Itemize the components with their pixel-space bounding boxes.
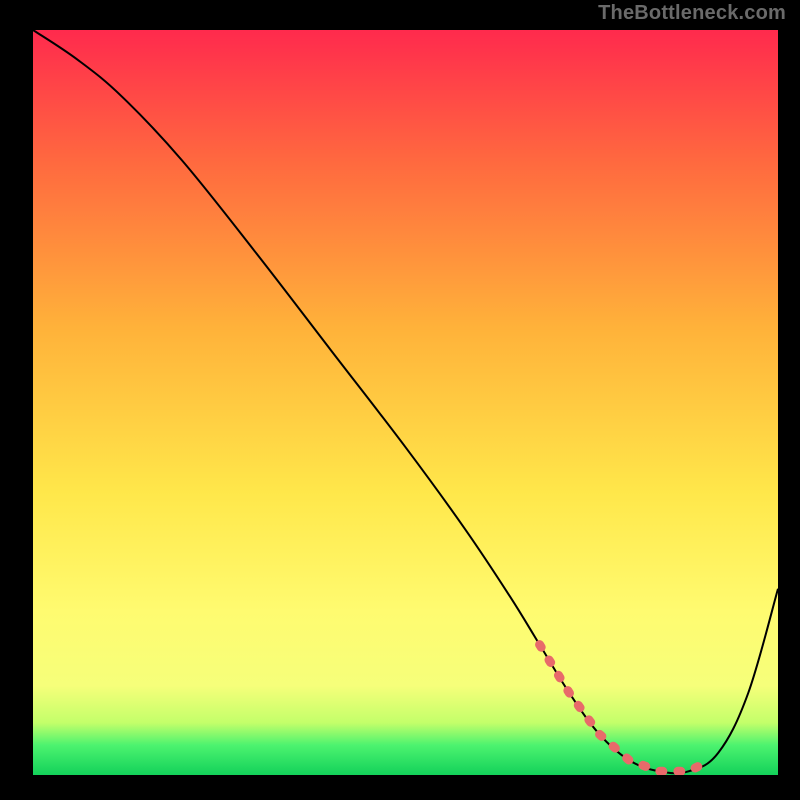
plot-svg [33,30,778,775]
chart-frame: TheBottleneck.com [0,0,800,800]
plot-area [33,30,778,775]
watermark-text: TheBottleneck.com [598,2,786,25]
gradient-background [33,30,778,775]
